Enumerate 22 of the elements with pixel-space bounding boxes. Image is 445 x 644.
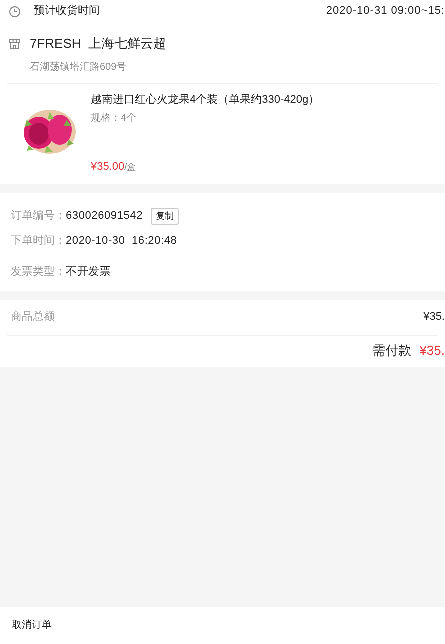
cancel-order-button[interactable]: 取消订单 <box>12 618 52 633</box>
subtotal-label: 商品总额 <box>11 310 55 325</box>
product-price: ¥35.00 <box>91 160 125 175</box>
product-title: 越南进口红心火龙果4个装（单果约330-420g） <box>91 92 320 108</box>
clock-icon <box>9 6 21 18</box>
subtotal-amount: ¥35. <box>424 310 445 325</box>
amount-due: ¥35. <box>420 342 445 360</box>
delivery-time: 2020-10-31 09:00~15: <box>326 4 445 20</box>
info-label: 订单编号： <box>11 208 66 224</box>
store-address: 石湖荡镇塔汇路609号 <box>30 62 127 72</box>
delivery-label: 预计收货时间 <box>34 4 100 20</box>
copy-button[interactable]: 复制 <box>151 208 180 224</box>
store-icon <box>9 38 21 50</box>
info-value: 不开发票 <box>66 264 112 280</box>
price-unit: /盒 <box>124 161 136 174</box>
info-label: 发票类型： <box>11 264 66 280</box>
store-name: 7FRESH 上海七鲜云超 <box>30 35 167 53</box>
info-value: 2020-10-30 16:20:48 <box>66 234 178 249</box>
info-value: 630026091542 <box>66 208 144 224</box>
info-label: 下单时间： <box>11 234 66 249</box>
product-spec: 规格：4个 <box>91 112 138 126</box>
amount-due-label: 需付款 <box>372 342 412 360</box>
